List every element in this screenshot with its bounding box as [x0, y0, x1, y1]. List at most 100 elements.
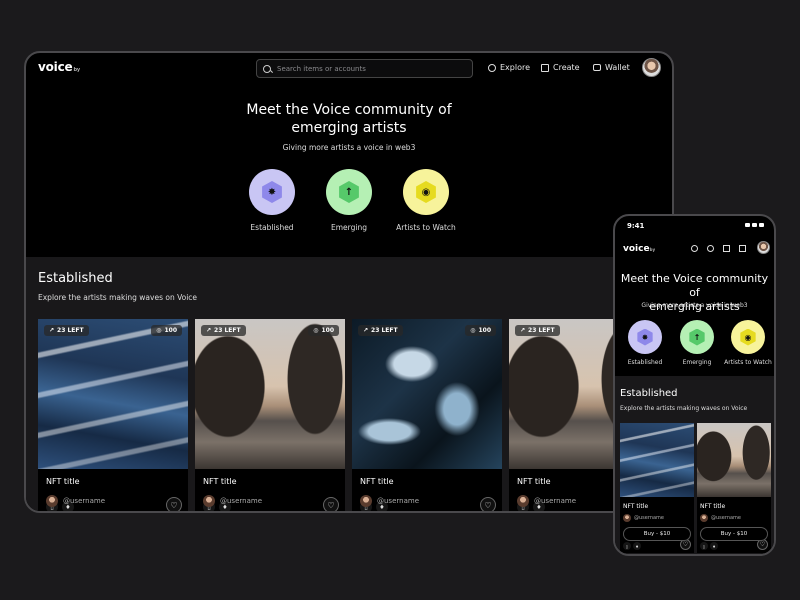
trend-icon: ↗ [49, 327, 55, 334]
star-burst-icon: ✸ [262, 181, 282, 203]
nft-title: NFT title [700, 503, 726, 510]
nft-title: NFT title [623, 503, 649, 510]
hero-subtitle: Giving more artists a voice in web3 [282, 143, 416, 152]
hero-title: Meet the Voice community of emerging art… [246, 102, 452, 136]
category-circle: ◉ [731, 320, 765, 354]
nft-image [352, 319, 502, 469]
nft-card[interactable]: ↗ 23 LEFT ◎ 100 ▯ ♦ ♡ NFT title @username [352, 319, 502, 511]
category-circle: ◉ [403, 169, 449, 215]
buy-button[interactable]: Buy - $10 [623, 527, 691, 541]
category-emerging[interactable]: ↑ Emerging [314, 169, 384, 232]
category-circle: ✸ [249, 169, 295, 215]
section-title: Established [38, 271, 113, 286]
nft-image [38, 319, 188, 469]
eye-icon: ◉ [416, 181, 436, 203]
category-circle: ✸ [628, 320, 662, 354]
nft-creator[interactable]: @username [517, 495, 576, 507]
creator-avatar [623, 514, 631, 522]
create-icon[interactable] [723, 245, 730, 252]
edition-count-badge: ◎ 100 [308, 325, 339, 336]
category-emerging[interactable]: ↑ Emerging [671, 320, 723, 366]
signal-icon [745, 223, 750, 227]
nav-create-link[interactable]: Create [541, 63, 580, 72]
heart-icon[interactable]: ♡ [480, 497, 496, 511]
nft-title: NFT title [203, 477, 237, 486]
heart-icon[interactable]: ♡ [323, 497, 339, 511]
nft-title: NFT title [360, 477, 394, 486]
creator-avatar [517, 495, 529, 507]
compass-icon[interactable] [707, 245, 714, 252]
creator-avatar [46, 495, 58, 507]
buy-button[interactable]: Buy - $10 [700, 527, 768, 541]
ethereum-icon[interactable]: ♦ [710, 542, 718, 550]
hero-subtitle: Giving more artists a voice in web3 [641, 302, 748, 309]
status-icons [745, 223, 764, 227]
search-input[interactable]: Search items or accounts [256, 59, 473, 78]
category-established[interactable]: ✸ Established [619, 320, 671, 366]
eye-icon: ◉ [740, 328, 756, 346]
battery-icon [759, 223, 764, 227]
creator-avatar [360, 495, 372, 507]
create-icon [541, 63, 549, 72]
arrow-up-icon: ↑ [689, 328, 705, 346]
search-icon [263, 64, 271, 73]
nft-creator[interactable]: @username [360, 495, 419, 507]
established-section: Established Explore the artists making w… [26, 257, 672, 511]
nav-wallet-link[interactable]: Wallet [593, 63, 630, 72]
file-icon[interactable]: ▯ [623, 542, 631, 550]
category-established[interactable]: ✸ Established [237, 169, 307, 232]
trend-icon: ↗ [206, 327, 212, 334]
nft-card[interactable]: ↗ 23 LEFT ◎ 100 ▯ ♦ ♡ NFT title @username [195, 319, 345, 511]
file-icon[interactable]: ▯ [700, 542, 708, 550]
top-nav: voiceby Search items or accounts Explore… [26, 53, 672, 85]
trend-icon: ↗ [363, 327, 369, 334]
category-circle: ↑ [326, 169, 372, 215]
established-section: Established Explore the artists making w… [615, 376, 774, 554]
ethereum-icon[interactable]: ♦ [633, 542, 641, 550]
nft-creator[interactable]: @username [203, 495, 262, 507]
editions-left-badge: ↗ 23 LEFT [358, 325, 403, 336]
hero-section: Meet the Voice community of emerging art… [26, 85, 672, 257]
phone-nav-icons [691, 245, 746, 252]
stack-icon: ◎ [313, 327, 319, 334]
arrow-up-icon: ↑ [339, 181, 359, 203]
editions-left-badge: ↗ 23 LEFT [44, 325, 89, 336]
user-avatar[interactable] [757, 241, 770, 254]
phone-device-frame: 9:41 voiceby Meet the Voice community of… [613, 214, 776, 556]
stack-icon: ◎ [470, 327, 476, 334]
nav-explore-link[interactable]: Explore [488, 63, 530, 72]
search-placeholder: Search items or accounts [277, 64, 366, 73]
nft-image [697, 423, 771, 497]
user-avatar[interactable] [642, 58, 661, 77]
voice-logo[interactable]: voiceby [623, 244, 655, 254]
compass-icon [488, 63, 496, 72]
nft-card[interactable]: ▯ ♦ ♡ NFT title @username Buy - $10 [697, 423, 771, 553]
nft-creator[interactable]: @username [700, 514, 741, 522]
nft-creator[interactable]: @username [46, 495, 105, 507]
category-circle: ↑ [680, 320, 714, 354]
section-title: Established [620, 388, 678, 399]
trend-icon: ↗ [520, 327, 526, 334]
desktop-device-frame: voiceby Search items or accounts Explore… [24, 51, 674, 513]
section-subtitle: Explore the artists making waves on Voic… [38, 293, 198, 302]
nft-image [195, 319, 345, 469]
nft-card[interactable]: ↗ 23 LEFT ◎ 100 ▯ ♦ ♡ NFT title @username [38, 319, 188, 511]
nft-title: NFT title [46, 477, 80, 486]
nft-creator[interactable]: @username [623, 514, 664, 522]
voice-logo[interactable]: voiceby [38, 60, 80, 74]
category-artists-to-watch[interactable]: ◉ Artists to Watch [391, 169, 461, 232]
creator-avatar [203, 495, 215, 507]
section-subtitle: Explore the artists making waves on Voic… [620, 405, 748, 412]
nft-image [620, 423, 694, 497]
wallet-icon[interactable] [739, 245, 746, 252]
editions-left-badge: ↗ 23 LEFT [201, 325, 246, 336]
nft-card[interactable]: ▯ ♦ ♡ NFT title @username Buy - $10 [620, 423, 694, 553]
stack-icon: ◎ [156, 327, 162, 334]
edition-count-badge: ◎ 100 [465, 325, 496, 336]
creator-avatar [700, 514, 708, 522]
edition-count-badge: ◎ 100 [151, 325, 182, 336]
search-icon[interactable] [691, 245, 698, 252]
heart-icon[interactable]: ♡ [166, 497, 182, 511]
category-artists-to-watch[interactable]: ◉ Artists to Watch [722, 320, 774, 366]
wifi-icon [752, 223, 757, 227]
